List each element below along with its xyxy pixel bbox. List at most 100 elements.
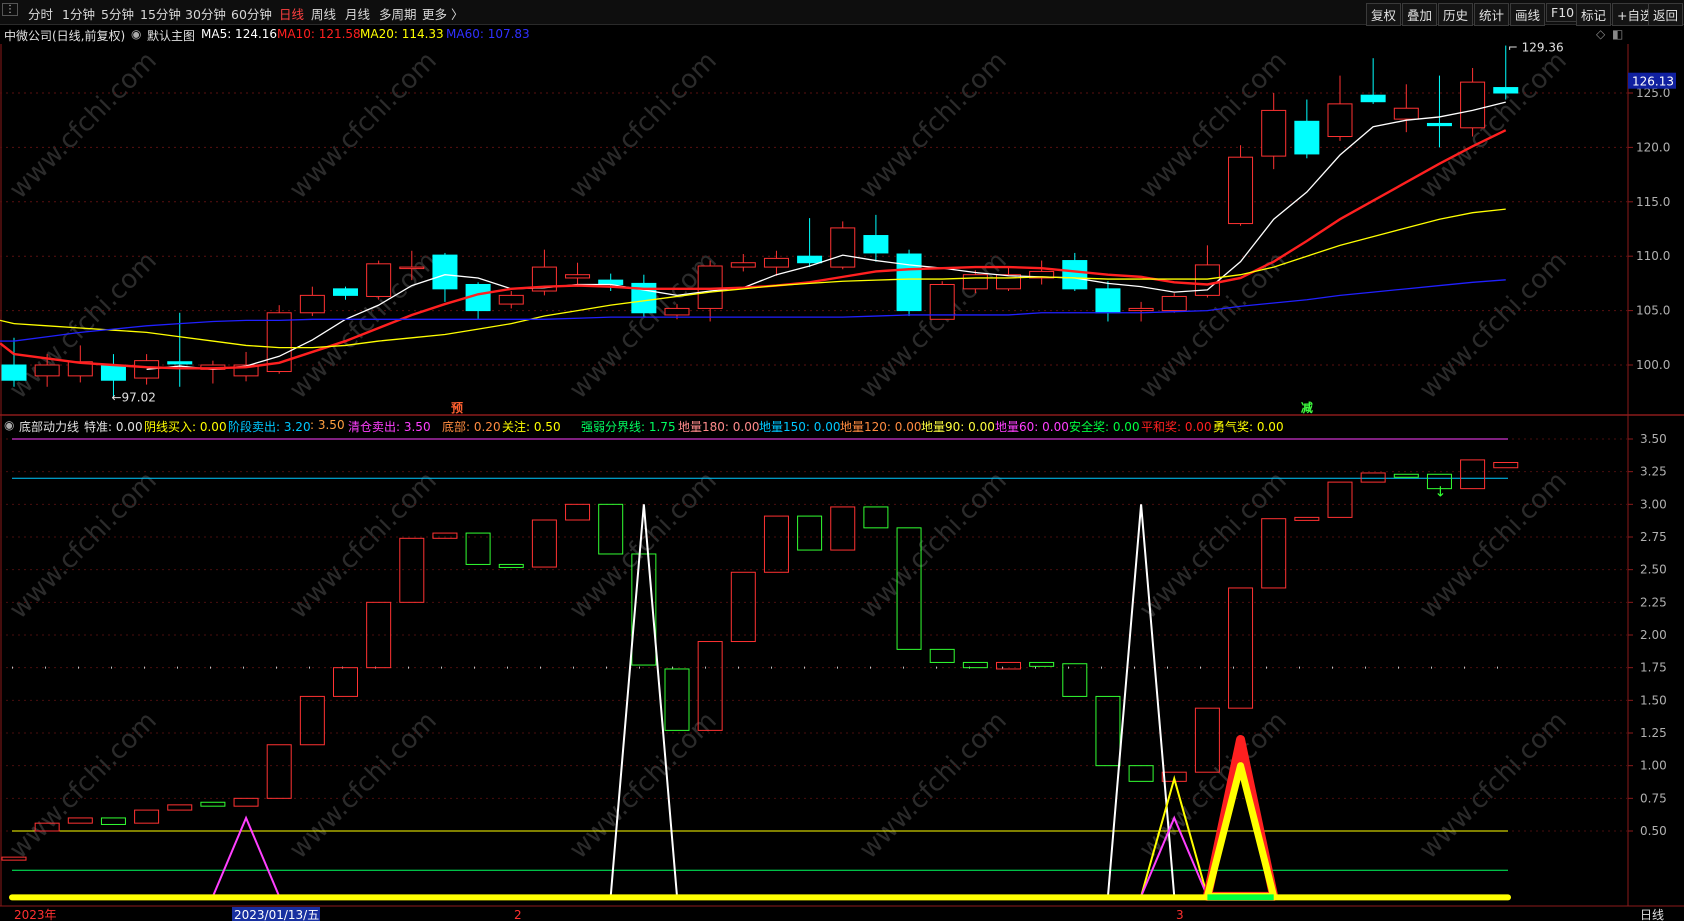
indicator-candle	[697, 641, 723, 731]
price-candle	[1062, 260, 1088, 290]
indicator-axis: 0.50 0.75 1.00 1.25 1.50 1.75 2.00 2.25 2.50 2.75…	[1628, 432, 1667, 838]
signal-triangle	[1140, 775, 1209, 897]
indicator-param: 阴线买入: 0.00	[144, 420, 227, 434]
rights-adjust-button[interactable]: 复权	[1366, 3, 1402, 26]
tab-15min[interactable]: 15分钟	[140, 4, 181, 23]
indicator-param: 特准: 0.00	[84, 420, 143, 434]
main-template-label[interactable]: 默认主图	[147, 27, 195, 44]
diamond-icon[interactable]: ◇	[1596, 27, 1605, 41]
price-candle	[200, 364, 226, 370]
price-tick-label: 115.0	[1636, 195, 1670, 209]
tab-daily[interactable]: 日线	[279, 4, 304, 23]
tab-weekly[interactable]: 周线	[311, 4, 336, 23]
price-candle	[1294, 120, 1320, 155]
date-cursor-box	[232, 907, 320, 921]
indicator-param: 地量180: 0.00	[678, 420, 760, 434]
date-label: 2023年	[14, 908, 57, 921]
window-menu-icon[interactable]: ⋮	[2, 3, 18, 16]
indicator-candle	[1460, 459, 1486, 490]
indicator-candle	[34, 822, 60, 832]
indicator-param: 安全奖: 0.00	[1069, 420, 1140, 434]
indicator-tick-label: 0.75	[1640, 791, 1667, 805]
indicator-tick-label: 2.75	[1640, 530, 1667, 544]
indicator-toggle-icon[interactable]: ◉	[4, 418, 14, 432]
watermark-text: www.cfchi.com	[1414, 46, 1573, 205]
tab-more[interactable]: 更多 〉	[422, 4, 463, 23]
stock-title[interactable]: 中微公司(日线,前复权)	[4, 27, 125, 44]
price-candle	[1327, 103, 1353, 138]
indicator-candle	[1128, 765, 1154, 782]
indicator-tick-label: 1.00	[1640, 759, 1667, 773]
tab-60min[interactable]: 60分钟	[231, 4, 272, 23]
indicator-candle	[498, 563, 524, 568]
reduce-marker: 减	[1301, 400, 1313, 415]
current-price-label: 126.13	[1632, 75, 1674, 89]
statistics-button[interactable]: 统计	[1474, 3, 1510, 26]
price-candle	[1128, 307, 1154, 312]
indicator-candle	[67, 817, 93, 824]
indicator-param: 地量150: 0.00	[759, 420, 841, 434]
price-candle	[498, 294, 524, 305]
indicator-candle	[763, 515, 789, 573]
indicator-candle	[1261, 518, 1287, 589]
chart-canvas[interactable]: www.cfchi.com www.cfchi.com www.cfchi.com w…	[0, 0, 1684, 921]
indicator-candle	[167, 804, 193, 811]
template-toggle-icon[interactable]: ◉	[131, 27, 141, 41]
watermark-text: www.cfchi.com	[4, 246, 163, 405]
tab-multi-period[interactable]: 多周期	[379, 4, 417, 23]
indicator-candle	[565, 503, 591, 521]
history-button[interactable]: 历史	[1438, 3, 1474, 26]
tab-monthly[interactable]: 月线	[345, 4, 370, 23]
price-candle	[233, 364, 259, 377]
tab-1min[interactable]: 1分钟	[62, 4, 95, 23]
period-label: 日线	[1640, 908, 1664, 921]
draw-line-button[interactable]: 画线	[1510, 3, 1546, 26]
indicator-candle	[1161, 771, 1187, 782]
tab-5min[interactable]: 5分钟	[101, 4, 134, 23]
grid-lines	[0, 92, 1628, 832]
price-candle	[67, 361, 93, 377]
indicator-signals	[9, 504, 1511, 901]
indicator-candle	[730, 571, 756, 643]
mark-button[interactable]: 标记	[1576, 3, 1612, 26]
indicator-param: 清仓卖出: 3.50	[348, 420, 431, 434]
chart-frames	[0, 44, 1684, 907]
indicator-candle	[996, 661, 1021, 670]
watermark-text: www.cfchi.com	[854, 46, 1013, 205]
price-candle	[1360, 94, 1386, 103]
forecast-marker: 预	[451, 401, 463, 415]
ma10-readout: MA10: 121.58	[277, 27, 361, 41]
indicator-param: 勇气奖: 0.00	[1213, 420, 1284, 434]
price-candle	[1161, 295, 1187, 312]
watermark-text: www.cfchi.com	[1414, 466, 1573, 625]
price-candle	[863, 235, 889, 254]
tab-30min[interactable]: 30分钟	[185, 4, 226, 23]
f10-button[interactable]: F10	[1546, 3, 1580, 22]
panel-toggle-icon[interactable]: ◧	[1612, 27, 1623, 41]
indicator-param: : 3.50	[310, 418, 345, 432]
indicator-candle	[1062, 663, 1088, 697]
price-tick-label: 100.0	[1636, 358, 1670, 372]
watermark-text: www.cfchi.com	[284, 46, 443, 205]
price-candle	[565, 274, 591, 279]
indicator-candle	[929, 648, 955, 663]
ma-line-ma5	[146, 101, 1506, 371]
back-button[interactable]: 返回	[1648, 3, 1684, 26]
indicator-candle	[1095, 695, 1121, 767]
price-candle	[1426, 122, 1452, 127]
indicator-candle	[366, 601, 392, 669]
indicator-candle	[631, 553, 657, 666]
indicator-candle	[465, 532, 491, 565]
overlay-button[interactable]: 叠加	[1402, 3, 1438, 26]
indicator-infobar: ◉ 底部动力线 特准: 0.00 阴线买入: 0.00 阶段卖出: 3.20 :…	[0, 415, 1620, 435]
period-toolbar: ⋮ 分时 1分钟 5分钟 15分钟 30分钟 60分钟 日线 周线 月线 多周期…	[0, 0, 1684, 26]
tab-minute[interactable]: 分时	[28, 4, 53, 23]
indicator-name[interactable]: 底部动力线	[19, 418, 79, 435]
indicator-candle	[1, 856, 27, 861]
indicator-tick-label: 2.50	[1640, 563, 1667, 577]
indicator-candle	[1360, 472, 1386, 483]
low-price-label: ←97.02	[111, 390, 155, 404]
price-tick-label: 120.0	[1636, 140, 1670, 154]
watermark-text: www.cfchi.com	[1134, 466, 1293, 625]
watermark-text: www.cfchi.com	[4, 706, 163, 865]
